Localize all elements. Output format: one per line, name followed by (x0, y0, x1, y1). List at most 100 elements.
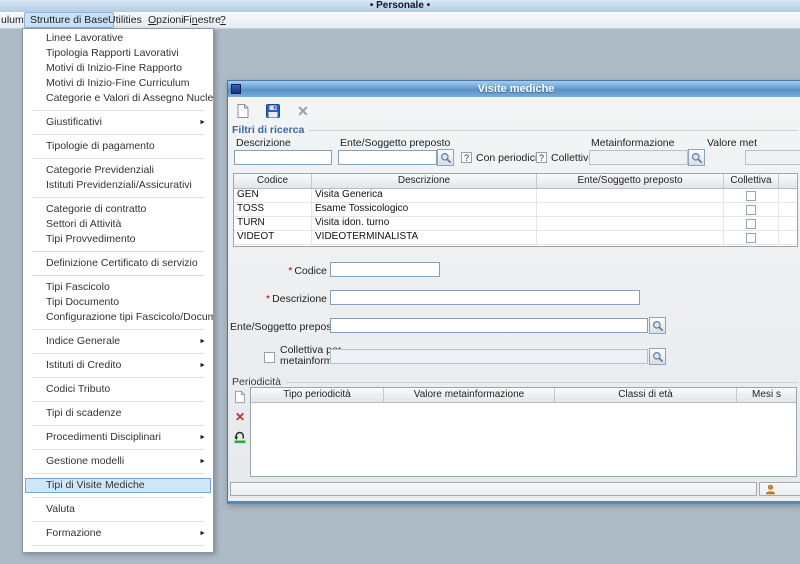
menu-item-settori-attivita[interactable]: Settori di Attività (23, 217, 213, 232)
filter-metainformazione-search-button[interactable] (688, 149, 705, 166)
table-row[interactable]: VIDEOT VIDEOTERMINALISTA (234, 231, 797, 245)
con-periodicita-checkbox[interactable]: ? (461, 152, 472, 163)
collettiva-checkbox[interactable] (746, 191, 756, 201)
user-icon[interactable] (765, 484, 776, 495)
menu-separator (32, 497, 204, 498)
collettiva-checkbox[interactable] (746, 233, 756, 243)
form-ente-search-button[interactable] (649, 317, 666, 334)
column-header-codice[interactable]: Codice (234, 174, 312, 188)
column-header-ente[interactable]: Ente/Soggetto preposto (537, 174, 724, 188)
table-row[interactable]: TURN Visita idon. turno (234, 217, 797, 231)
window-titlebar[interactable]: Visite mediche (228, 81, 800, 97)
visite-mediche-window: Visite mediche ✕ (227, 80, 800, 504)
search-icon (652, 320, 664, 332)
menu-item-motivi-inizio-fine-rapporto[interactable]: Motivi di Inizio-Fine Rapporto (23, 61, 213, 76)
submenu-arrow-icon: ► (199, 334, 206, 349)
cell-descrizione: VIDEOTERMINALISTA (312, 231, 537, 244)
collettiva-meta-checkbox[interactable] (264, 352, 275, 363)
submenu-arrow-icon: ► (199, 430, 206, 445)
menu-item-procedimenti-disciplinari[interactable]: Procedimenti Disciplinari► (23, 430, 213, 445)
collettive-checkbox[interactable]: ? (536, 152, 547, 163)
menu-item-categorie-previdenziali[interactable]: Categorie Previdenziali (23, 163, 213, 178)
menu-item-codici-tributo[interactable]: Codici Tributo (23, 382, 213, 397)
menubar: ulum Strutture di Base Utilities Opzioni… (0, 12, 800, 29)
filter-metainformazione-input (589, 150, 688, 165)
cell-codice: GEN (234, 189, 312, 202)
menu-item-tipi-visite-mediche[interactable]: Tipi di Visite Mediche (25, 478, 211, 493)
menu-item-configurazione-fascicolo[interactable]: Configurazione tipi Fascicolo/Documento (23, 310, 213, 325)
new-button[interactable] (232, 101, 254, 121)
delete-x-icon: ✕ (235, 411, 245, 423)
filter-valore-meta-input (745, 150, 800, 165)
menu-item-formazione[interactable]: Formazione► (23, 526, 213, 541)
filter-ente-input[interactable] (338, 150, 437, 165)
statusbar-user-area (759, 482, 800, 496)
menu-item-definizione-certificato[interactable]: Definizione Certificato di servizio (23, 256, 213, 271)
table-row[interactable]: GEN Visita Generica (234, 189, 797, 203)
menu-item-tipologie-pagamento[interactable]: Tipologie di pagamento (23, 139, 213, 154)
menu-item-linee-lavorative[interactable]: Linee Lavorative (23, 31, 213, 46)
column-header-mesi[interactable]: Mesi s (737, 388, 796, 402)
menu-item-tipi-scadenze[interactable]: Tipi di scadenze (23, 406, 213, 421)
cell-descrizione: Esame Tossicologico (312, 203, 537, 216)
desktop: • Personale • ulum Strutture di Base Uti… (0, 0, 800, 564)
collettiva-checkbox[interactable] (746, 219, 756, 229)
form-codice-input[interactable] (330, 262, 440, 277)
delete-button[interactable]: ✕ (292, 101, 314, 121)
form-collettiva-meta-search-button[interactable] (649, 348, 666, 365)
menu-separator (32, 449, 204, 450)
menu-item-motivi-inizio-fine-curriculum[interactable]: Motivi di Inizio-Fine Curriculum (23, 76, 213, 91)
menu-separator (32, 473, 204, 474)
form-codice-label: *Codice (230, 265, 327, 277)
periodicita-delete-row-button[interactable]: ✕ (232, 409, 248, 425)
window-body: ✕ Filtri di ricerca Descrizione Ente/Sog… (228, 97, 800, 498)
menu-item-valuta[interactable]: Valuta (23, 502, 213, 517)
menu-item-tipi-provvedimento[interactable]: Tipi Provvedimento (23, 232, 213, 247)
results-table: Codice Descrizione Ente/Soggetto prepost… (233, 173, 798, 247)
menu-separator (32, 251, 204, 252)
menu-item-istituti-credito[interactable]: Istituti di Credito► (23, 358, 213, 373)
menu-item-giustificativi[interactable]: Giustificativi► (23, 115, 213, 130)
cell-descrizione: Visita Generica (312, 189, 537, 202)
table-row[interactable]: TOSS Esame Tossicologico (234, 203, 797, 217)
form-collettiva-meta-input (330, 349, 648, 364)
cell-filler (779, 189, 797, 202)
filter-ente-label: Ente/Soggetto preposto (340, 137, 450, 149)
menu-separator (32, 110, 204, 111)
column-header-classi-eta[interactable]: Classi di età (555, 388, 737, 402)
cell-ente (537, 203, 724, 216)
form-ente-input[interactable] (330, 318, 648, 333)
submenu-arrow-icon: ► (199, 358, 206, 373)
menubar-item-utilities[interactable]: Utilities (103, 13, 147, 27)
menu-item-tipi-documento[interactable]: Tipi Documento (23, 295, 213, 310)
save-button[interactable] (262, 101, 284, 121)
new-document-icon (235, 103, 251, 119)
column-header-tipo-periodicita[interactable]: Tipo periodicità (251, 388, 384, 402)
menu-item-gestione-modelli[interactable]: Gestione modelli► (23, 454, 213, 469)
cell-ente (537, 231, 724, 244)
cell-descrizione: Visita idon. turno (312, 217, 537, 230)
periodicita-new-row-button[interactable] (232, 389, 248, 405)
submenu-arrow-icon: ► (199, 454, 206, 469)
column-header-collettiva[interactable]: Collettiva (724, 174, 779, 188)
menubar-item-strutture-di-base[interactable]: Strutture di Base (24, 12, 114, 28)
filter-metainformazione-label: Metainformazione (591, 137, 674, 149)
column-header-descrizione[interactable]: Descrizione (312, 174, 537, 188)
menubar-item-help[interactable]: ? (215, 13, 231, 27)
menu-item-istituti-previdenziali[interactable]: Istituti Previdenziali/Assicurativi (23, 178, 213, 193)
menu-item-indice-generale[interactable]: Indice Generale► (23, 334, 213, 349)
menu-separator (32, 425, 204, 426)
form-descrizione-input[interactable] (330, 290, 640, 305)
menu-separator (32, 329, 204, 330)
menu-item-categorie-contratto[interactable]: Categorie di contratto (23, 202, 213, 217)
menu-item-tipologia-rapporti[interactable]: Tipologia Rapporti Lavorativi (23, 46, 213, 61)
collettiva-checkbox[interactable] (746, 205, 756, 215)
column-header-valore-meta[interactable]: Valore metainformazione (384, 388, 555, 402)
filter-descrizione-input[interactable] (234, 150, 332, 165)
menu-item-tipi-fascicolo[interactable]: Tipi Fascicolo (23, 280, 213, 295)
menu-separator (32, 377, 204, 378)
menu-item-categorie-assegno[interactable]: Categorie e Valori di Assegno Nucleo Fam… (23, 91, 213, 106)
filter-ente-search-button[interactable] (437, 149, 454, 166)
app-title: • Personale • (370, 0, 430, 11)
periodicita-restore-button[interactable] (232, 429, 248, 445)
